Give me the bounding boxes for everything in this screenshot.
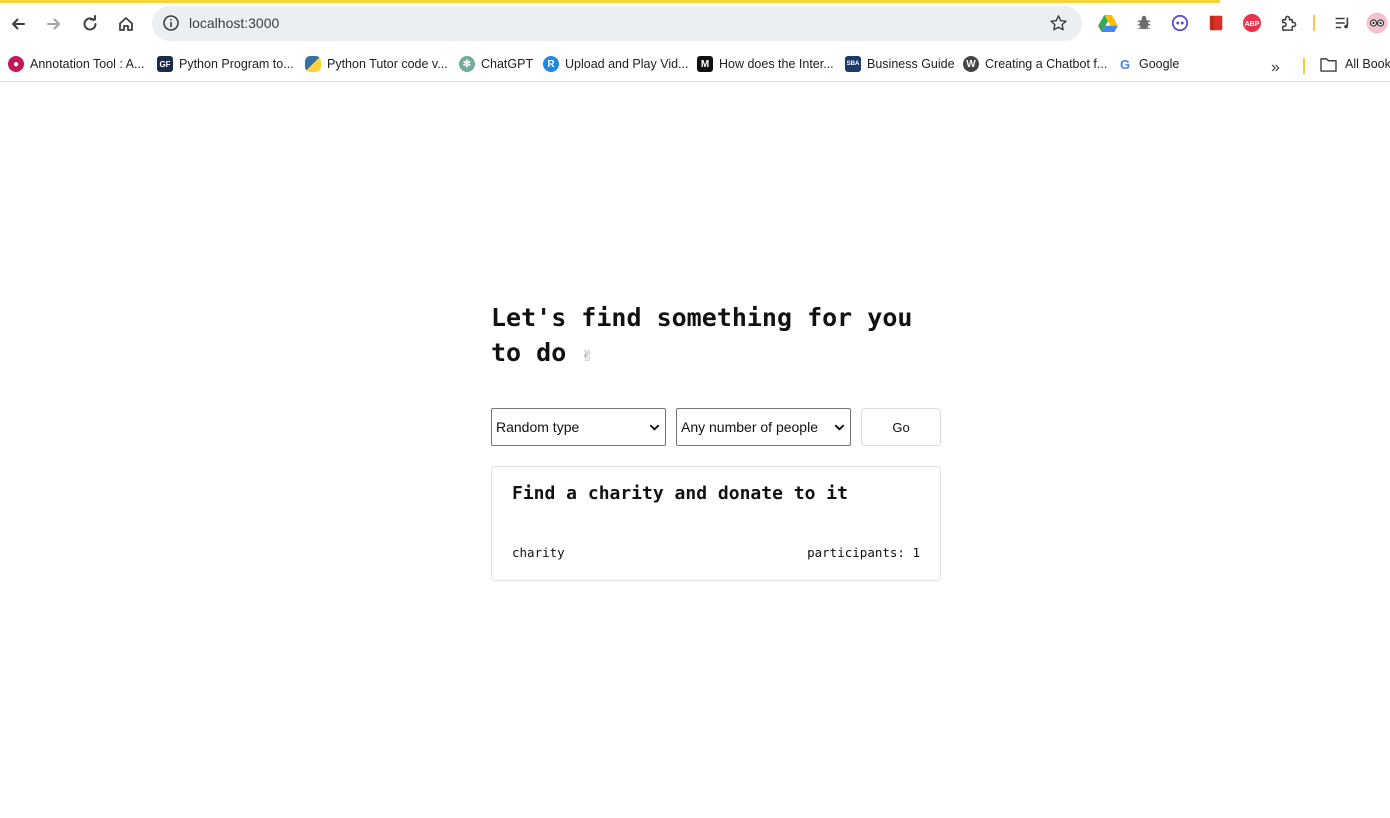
page-title-text: Let's find something for you to do [491, 303, 913, 367]
type-select-value: Random type [496, 419, 580, 435]
bookmark-label: ChatGPT [481, 57, 534, 71]
svg-text:ABP: ABP [1245, 21, 1260, 28]
site-info-icon[interactable] [162, 14, 180, 32]
bookmark-chatgpt[interactable]: ✻ ChatGPT [459, 52, 533, 76]
bookmark-label: Python Program to... [179, 57, 294, 71]
victory-hand-icon: ✌ [581, 345, 593, 366]
participants-select-value: Any number of people [681, 419, 818, 435]
book-extension-icon[interactable] [1205, 12, 1227, 34]
bookmark-label: Creating a Chatbot f... [985, 57, 1108, 71]
chatgpt-icon: ✻ [459, 56, 475, 72]
go-button[interactable]: Go [861, 408, 941, 446]
wordpress-icon: W [963, 56, 979, 72]
activity-type: charity [512, 545, 565, 560]
medium-icon: M [697, 56, 713, 72]
profile-avatar-icon[interactable] [1366, 12, 1388, 34]
bookmark-label: Python Tutor code v... [327, 57, 448, 71]
bookmark-label: How does the Inter... [719, 57, 834, 71]
chevron-down-icon [834, 424, 845, 431]
page-title: Let's find something for you to do ✌ [491, 300, 941, 373]
bookmark-python-tutor[interactable]: Python Tutor code v... [305, 52, 448, 76]
address-bar[interactable]: localhost:3000 [152, 6, 1082, 41]
activity-finder: Let's find something for you to do ✌ Ran… [491, 300, 941, 581]
bookmark-upload-play-video[interactable]: R Upload and Play Vid... [543, 52, 688, 76]
bookmark-star-icon[interactable] [1049, 14, 1068, 33]
all-bookmarks-folder[interactable]: All Bookmarks [1320, 52, 1390, 76]
forward-arrow-icon [47, 18, 60, 30]
annotation-tool-icon: ● [8, 56, 24, 72]
home-button[interactable] [111, 9, 141, 39]
ghost-extension-icon[interactable] [1169, 12, 1191, 34]
reload-button[interactable] [75, 9, 105, 39]
toolbar-divider [1313, 15, 1315, 31]
bookmark-google[interactable]: G Google [1117, 52, 1179, 76]
google-icon: G [1117, 56, 1133, 72]
bookmark-how-internet[interactable]: M How does the Inter... [697, 52, 834, 76]
bookmark-label: Google [1139, 57, 1180, 71]
type-select[interactable]: Random type [491, 408, 666, 446]
activity-title: Find a charity and donate to it [512, 483, 848, 504]
reading-list-icon[interactable] [1331, 12, 1353, 34]
extensions-puzzle-icon[interactable] [1277, 12, 1299, 34]
back-arrow-icon [12, 18, 25, 30]
sba-icon: SBA [845, 56, 861, 72]
back-button[interactable] [3, 9, 33, 39]
bookmark-python-program[interactable]: GF Python Program to... [157, 52, 294, 76]
chevron-down-icon [649, 424, 660, 431]
bookmark-business-guide[interactable]: SBA Business Guide [845, 52, 955, 76]
browser-toolbar: localhost:3000 ABP [0, 0, 1390, 46]
participants-select[interactable]: Any number of people [676, 408, 851, 446]
forward-button[interactable] [39, 9, 69, 39]
bookmarks-bar: ● Annotation Tool : A... GF Python Progr… [0, 46, 1390, 82]
adblock-plus-icon[interactable]: ABP [1241, 12, 1263, 34]
folder-icon [1320, 57, 1337, 72]
python-logo-icon [305, 56, 321, 72]
activity-participants: participants: 1 [807, 545, 920, 560]
page-load-progress [0, 0, 1220, 3]
more-bookmarks-chevron-icon[interactable]: » [1271, 59, 1280, 77]
bookmark-label: Business Guide [867, 57, 955, 71]
bug-extension-icon[interactable] [1133, 12, 1155, 34]
python-program-icon: GF [157, 56, 173, 72]
home-icon [119, 17, 133, 31]
all-bookmarks-label: All Bookmarks [1345, 57, 1390, 71]
google-drive-icon[interactable] [1097, 12, 1119, 34]
bookmark-label: Upload and Play Vid... [565, 57, 689, 71]
r-logo-icon: R [543, 56, 559, 72]
filter-controls: Random type Any number of people Go [491, 408, 941, 446]
bookmark-creating-chatbot[interactable]: W Creating a Chatbot f... [963, 52, 1107, 76]
url-text[interactable]: localhost:3000 [189, 6, 279, 41]
bookmark-annotation-tool[interactable]: ● Annotation Tool : A... [8, 52, 144, 76]
activity-card: Find a charity and donate to it charity … [491, 466, 941, 581]
bookmark-label: Annotation Tool : A... [30, 57, 145, 71]
reload-icon [83, 15, 97, 31]
bookmarks-divider [1303, 58, 1305, 74]
